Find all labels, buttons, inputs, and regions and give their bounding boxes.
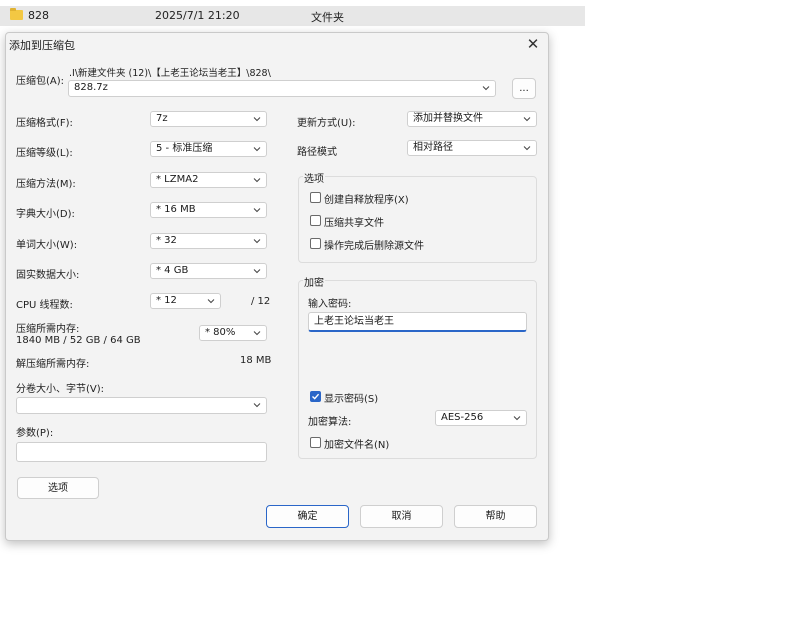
row-date: 2025/7/1 21:20 — [155, 9, 240, 22]
format-select[interactable]: 7z — [150, 111, 267, 127]
threads-label: CPU 线程数: — [16, 300, 73, 311]
encryption-group: 加密 输入密码: 上老王论坛当老王 显示密码(S) 加密算法: AES-256 … — [298, 274, 537, 459]
chevron-down-icon — [207, 297, 215, 305]
row-name: 828 — [28, 9, 49, 22]
shared-files-label: 压缩共享文件 — [324, 218, 384, 229]
chevron-down-icon — [253, 267, 261, 275]
chevron-down-icon — [253, 206, 261, 214]
dict-label: 字典大小(D): — [16, 209, 75, 220]
help-button[interactable]: 帮助 — [454, 505, 537, 528]
dict-value: * 16 MB — [156, 204, 196, 215]
dict-select[interactable]: * 16 MB — [150, 202, 267, 218]
update-label: 更新方式(U): — [297, 118, 356, 129]
explorer-row[interactable]: 828 2025/7/1 21:20 文件夹 — [0, 6, 585, 26]
method-select[interactable]: * LZMA2 — [150, 172, 267, 188]
encrypt-names-checkbox[interactable] — [310, 437, 321, 448]
password-input[interactable]: 上老王论坛当老王 — [308, 312, 527, 332]
ok-button[interactable]: 确定 — [266, 505, 349, 528]
mem-compress-label: 压缩所需内存: — [16, 324, 80, 335]
pathmode-value: 相对路径 — [413, 142, 453, 153]
archive-label: 压缩包(A): — [16, 76, 65, 87]
algo-label: 加密算法: — [308, 417, 352, 428]
threads-select[interactable]: * 12 — [150, 293, 221, 309]
format-label: 压缩格式(F): — [16, 118, 73, 129]
solid-value: * 4 GB — [156, 265, 189, 276]
split-size-combo[interactable] — [16, 397, 267, 414]
archive-name-value: 828.7z — [74, 82, 108, 93]
encryption-algo-select[interactable]: AES-256 — [435, 410, 527, 426]
options-group: 选项 创建自释放程序(X) 压缩共享文件 操作完成后删除源文件 — [298, 170, 537, 263]
algo-value: AES-256 — [441, 412, 484, 423]
cancel-button[interactable]: 取消 — [360, 505, 443, 528]
word-select[interactable]: * 32 — [150, 233, 267, 249]
path-mode-select[interactable]: 相对路径 — [407, 140, 537, 156]
row-type: 文件夹 — [311, 11, 344, 24]
password-label: 输入密码: — [308, 299, 352, 310]
chevron-down-icon — [253, 176, 261, 184]
folder-icon — [10, 8, 23, 20]
chevron-down-icon — [482, 84, 490, 92]
format-value: 7z — [156, 113, 168, 124]
encryption-group-title: 加密 — [303, 274, 325, 289]
add-to-archive-dialog: 添加到压缩包 ✕ 压缩包(A): .I\新建文件夹 (12)\【上老王论坛当老王… — [5, 32, 549, 541]
solid-label: 固实数据大小: — [16, 270, 80, 281]
encrypt-names-label: 加密文件名(N) — [324, 440, 390, 451]
archive-name-combo[interactable]: 828.7z — [68, 80, 496, 97]
browse-button[interactable]: ... — [512, 78, 536, 99]
split-label: 分卷大小、字节(V): — [16, 384, 105, 395]
update-mode-select[interactable]: 添加并替换文件 — [407, 111, 537, 127]
chevron-down-icon — [253, 115, 261, 123]
options-button[interactable]: 选项 — [17, 477, 99, 499]
chevron-down-icon — [513, 414, 521, 422]
delete-after-label: 操作完成后删除源文件 — [324, 241, 424, 252]
show-password-label: 显示密码(S) — [324, 394, 379, 405]
mem-compress-select[interactable]: * 80% — [199, 325, 267, 341]
chevron-down-icon — [253, 145, 261, 153]
show-password-checkbox[interactable] — [310, 391, 321, 402]
mem-decompress-label: 解压缩所需内存: — [16, 359, 90, 370]
dialog-title: 添加到压缩包 — [9, 39, 75, 52]
word-label: 单词大小(W): — [16, 240, 78, 251]
method-value: * LZMA2 — [156, 174, 199, 185]
level-select[interactable]: 5 - 标准压缩 — [150, 141, 267, 157]
chevron-down-icon — [253, 329, 261, 337]
sfx-checkbox[interactable] — [310, 192, 321, 203]
chevron-down-icon — [523, 115, 531, 123]
word-value: * 32 — [156, 235, 177, 246]
mem-compress-value: * 80% — [205, 327, 236, 338]
method-label: 压缩方法(M): — [16, 179, 76, 190]
password-value: 上老王论坛当老王 — [314, 316, 394, 327]
archive-path: .I\新建文件夹 (12)\【上老王论坛当老王】\828\ — [69, 68, 271, 79]
mem-compress-detail: 1840 MB / 52 GB / 64 GB — [16, 335, 141, 346]
chevron-down-icon — [253, 401, 261, 409]
update-value: 添加并替换文件 — [413, 113, 483, 124]
params-input[interactable] — [16, 442, 267, 462]
threads-value: * 12 — [156, 295, 177, 306]
options-group-title: 选项 — [303, 170, 325, 185]
close-icon[interactable]: ✕ — [524, 35, 542, 53]
pathmode-label: 路径模式 — [297, 147, 337, 158]
mem-decompress-value: 18 MB — [240, 355, 272, 366]
title-bar: 添加到压缩包 ✕ — [6, 33, 548, 55]
shared-files-checkbox[interactable] — [310, 215, 321, 226]
threads-max: / 12 — [251, 296, 271, 307]
sfx-label: 创建自释放程序(X) — [324, 195, 409, 206]
chevron-down-icon — [253, 237, 261, 245]
level-label: 压缩等级(L): — [16, 148, 73, 159]
chevron-down-icon — [523, 144, 531, 152]
delete-after-checkbox[interactable] — [310, 238, 321, 249]
params-label: 参数(P): — [16, 428, 54, 439]
level-value: 5 - 标准压缩 — [156, 143, 213, 154]
solid-select[interactable]: * 4 GB — [150, 263, 267, 279]
